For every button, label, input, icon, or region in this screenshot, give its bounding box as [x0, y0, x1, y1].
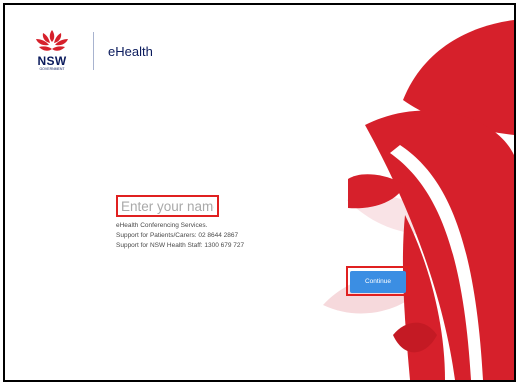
info-line-patients: Support for Patients/Carers: 02 8644 286…: [116, 232, 239, 239]
info-line-staff: Support for NSW Health Staff: 1300 679 7…: [116, 242, 245, 249]
continue-button[interactable]: Continue: [350, 270, 406, 293]
header-divider: [93, 32, 94, 70]
continue-button-highlight: Continue: [346, 266, 410, 296]
login-form: eHealth Conferencing Services. Support f…: [116, 195, 316, 251]
waratah-icon: [36, 30, 68, 51]
info-line-service: eHealth Conferencing Services.: [116, 222, 208, 229]
nsw-government-logo: NSW GOVERNMENT: [29, 27, 75, 75]
name-input[interactable]: [116, 195, 219, 217]
page-frame: NSW GOVERNMENT eHealth eHealth Conferenc…: [3, 3, 516, 382]
site-header: NSW GOVERNMENT eHealth: [29, 27, 153, 75]
logo-subtext: GOVERNMENT: [39, 67, 65, 71]
logo-wordmark: NSW: [37, 54, 67, 68]
app-name: eHealth: [108, 43, 153, 59]
